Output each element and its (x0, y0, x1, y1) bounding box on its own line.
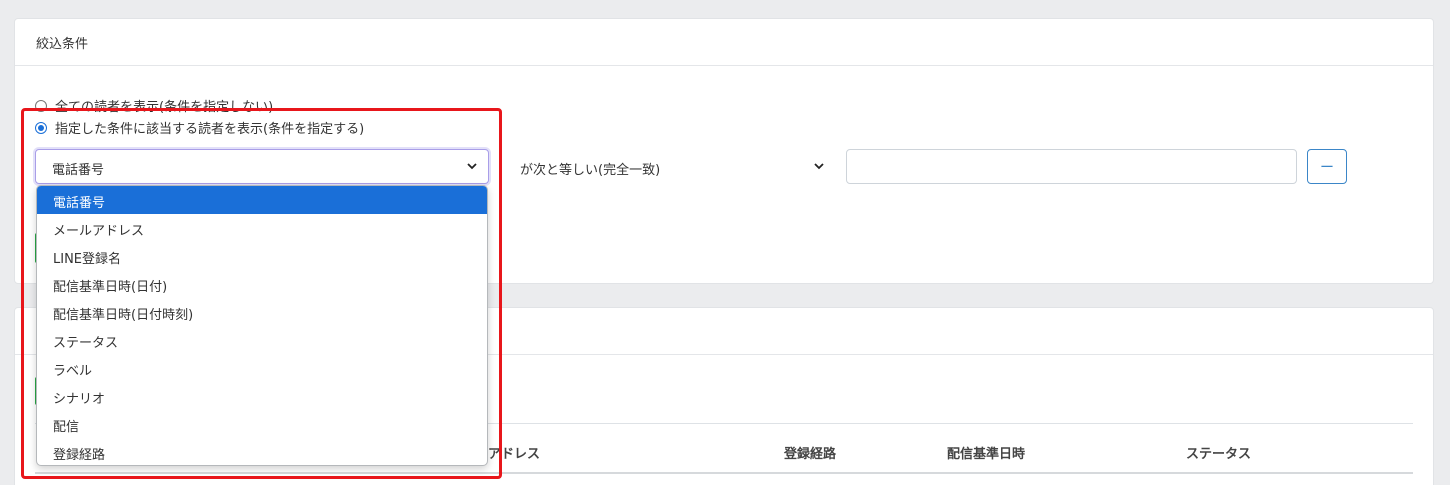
column-header-delivery-base-datetime[interactable]: 配信基準日時 (947, 443, 1025, 462)
dropdown-option[interactable]: LINE登録名 (37, 242, 487, 270)
condition-field-select[interactable]: 電話番号 (35, 149, 489, 184)
table-header-border (35, 472, 1413, 474)
radio-all-label: 全ての読者を表示(条件を指定しない) (55, 100, 274, 115)
condition-operator-select-value: が次と等しい(完全一致) (520, 163, 661, 178)
dropdown-option[interactable]: 配信基準日時(日付時刻) (37, 298, 487, 326)
condition-field-dropdown[interactable]: 電話番号 メールアドレス LINE登録名 配信基準日時(日付) 配信基準日時(日… (36, 185, 488, 466)
condition-operator-select[interactable]: が次と等しい(完全一致) (503, 149, 836, 184)
filter-card-title: 絞込条件 (15, 19, 1433, 66)
dropdown-option[interactable]: 配信 (37, 410, 487, 438)
dropdown-option[interactable]: ラベル (37, 354, 487, 382)
chevron-down-icon (467, 163, 477, 170)
radio-specified-icon[interactable] (35, 121, 47, 134)
column-header-registration-route[interactable]: 登録経路 (784, 443, 836, 462)
radio-all-icon[interactable] (35, 99, 47, 112)
minus-icon: ー (1320, 159, 1334, 176)
condition-field-select-value: 電話番号 (52, 163, 105, 178)
chevron-down-icon (814, 163, 824, 170)
dropdown-option[interactable]: 電話番号 (37, 186, 487, 214)
condition-value-input[interactable] (846, 149, 1297, 184)
dropdown-option[interactable]: 登録経路 (37, 438, 487, 465)
dropdown-option[interactable]: ステータス (37, 326, 487, 354)
remove-condition-button[interactable]: ー (1307, 149, 1347, 184)
dropdown-option[interactable]: 配信基準日時(日付) (37, 270, 487, 298)
dropdown-option[interactable]: メールアドレス (37, 214, 487, 242)
column-header-status[interactable]: ステータス (1186, 443, 1251, 462)
column-header-address[interactable]: アドレス (488, 443, 540, 462)
radio-specified-label: 指定した条件に該当する読者を表示(条件を指定する) (55, 122, 365, 137)
radio-specified-conditions[interactable]: 指定した条件に該当する読者を表示(条件を指定する) (35, 118, 364, 137)
radio-all-readers[interactable]: 全ての読者を表示(条件を指定しない) (35, 96, 273, 115)
dropdown-option[interactable]: シナリオ (37, 382, 487, 410)
